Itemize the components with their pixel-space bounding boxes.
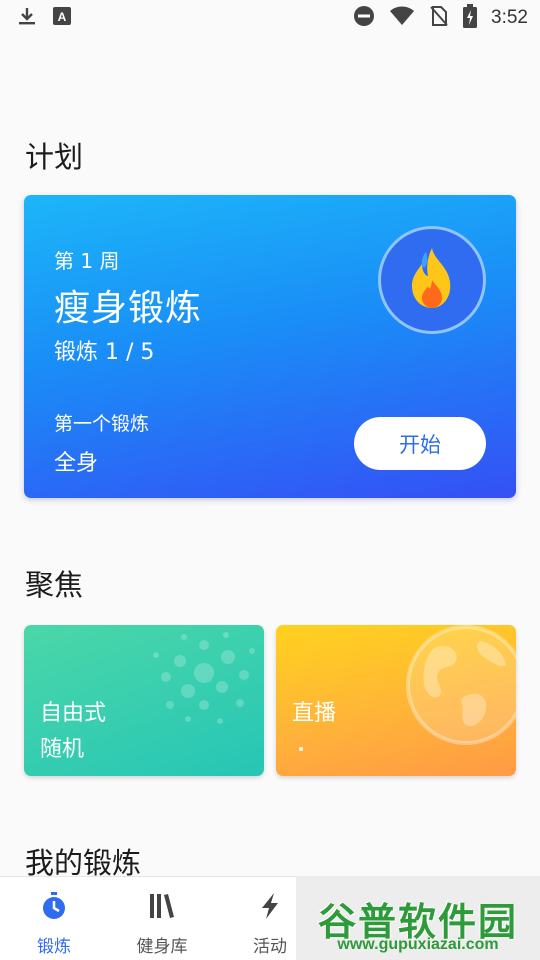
status-bar: A 3:52	[0, 0, 540, 36]
svg-text:A: A	[58, 10, 67, 24]
focus-card-subtitle: 随机	[40, 737, 85, 762]
focus-card-title: 直播	[292, 701, 337, 726]
loading-dot	[299, 747, 303, 751]
focus-section-title: 聚焦	[25, 568, 84, 602]
stopwatch-icon	[39, 891, 69, 926]
nav-label: 锻炼	[37, 937, 71, 957]
first-workout-label: 第一个锻炼	[54, 413, 150, 435]
nav-item-library[interactable]: 健身库	[108, 877, 216, 960]
plan-card[interactable]: 第 1 周 瘦身锻炼 锻炼 1 / 5 第一个锻炼 全身 开始	[24, 195, 516, 498]
watermark-url: www.gupuxiazai.com	[337, 936, 499, 953]
do-not-disturb-icon	[353, 5, 375, 31]
wifi-icon	[389, 5, 415, 31]
plan-progress: 锻炼 1 / 5	[54, 340, 155, 365]
download-icon	[16, 5, 38, 31]
library-icon	[147, 891, 177, 926]
plan-name: 瘦身锻炼	[54, 288, 203, 329]
bubbles-decoration	[153, 632, 255, 724]
plan-week: 第 1 周	[54, 249, 120, 273]
plan-section-title: 计划	[25, 140, 84, 174]
no-sim-icon	[429, 5, 449, 31]
focus-card-live[interactable]: 直播 .	[276, 625, 516, 776]
first-workout-value: 全身	[54, 451, 99, 476]
start-button[interactable]: 开始	[354, 417, 486, 470]
nav-label: 活动	[253, 937, 287, 957]
flame-icon	[404, 246, 460, 314]
battery-charging-icon	[463, 4, 478, 32]
focus-card-freestyle[interactable]: 自由式 随机	[24, 625, 264, 776]
nav-label: 健身库	[136, 937, 188, 957]
globe-decoration	[406, 625, 516, 745]
watermark-overlay: 谷普软件园 www.gupuxiazai.com	[296, 876, 540, 960]
plan-badge	[378, 226, 486, 334]
nav-item-workouts[interactable]: 锻炼	[0, 877, 108, 960]
focus-card-title: 自由式	[40, 701, 107, 726]
lightning-icon	[255, 891, 285, 926]
text-a-icon: A	[52, 6, 72, 30]
clock: 3:52	[491, 7, 528, 28]
